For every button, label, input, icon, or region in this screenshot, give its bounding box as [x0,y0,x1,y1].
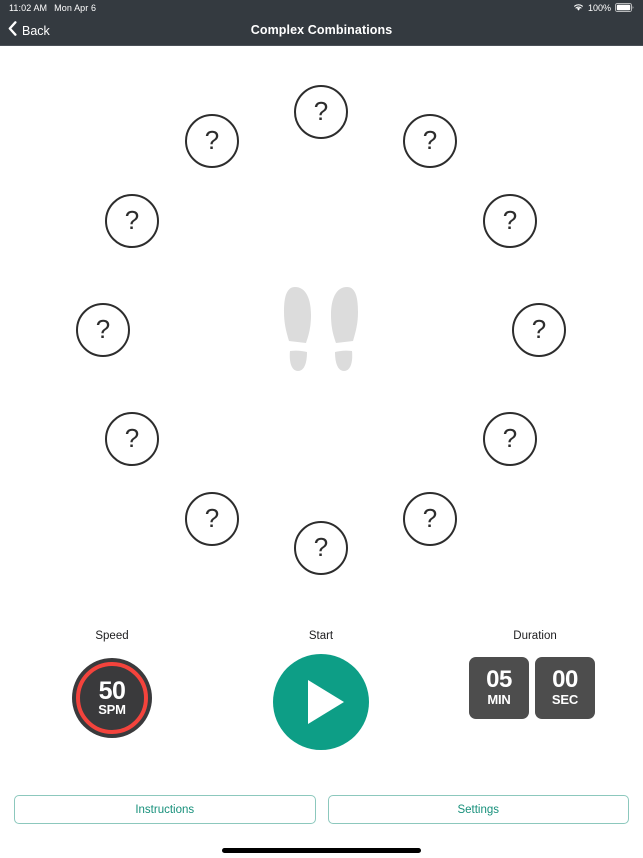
step-marker-label: ? [125,207,139,233]
home-indicator [222,848,421,853]
chevron-left-icon [8,21,17,41]
step-marker-label: ? [96,316,110,342]
footprints-icon [273,279,369,379]
play-icon [308,680,344,724]
step-marker-label: ? [503,207,517,233]
settings-button[interactable]: Settings [328,795,630,824]
step-marker-12[interactable]: ? [294,85,348,139]
duration-group: 05 MIN 00 SEC [469,657,595,719]
speed-unit: SPM [98,703,126,717]
duration-minutes-unit: MIN [487,692,510,708]
step-pattern-area: ???????????? [0,47,643,612]
duration-seconds-unit: SEC [552,692,578,708]
step-marker-4[interactable]: ? [483,412,537,466]
start-label: Start [241,630,401,642]
status-bar: 11:02 AM Mon Apr 6 100% [0,0,643,16]
step-marker-2[interactable]: ? [483,194,537,248]
bottom-button-bar: Instructions Settings [0,795,643,825]
step-marker-label: ? [423,127,437,153]
speed-value: 50 [99,679,126,703]
step-marker-9[interactable]: ? [76,303,130,357]
duration-seconds-value: 00 [552,668,578,692]
duration-minutes-value: 05 [486,668,512,692]
duration-label: Duration [455,630,615,642]
step-marker-7[interactable]: ? [185,492,239,546]
back-button-label: Back [22,24,50,38]
step-marker-label: ? [503,425,517,451]
step-marker-label: ? [205,505,219,531]
duration-seconds-stepper[interactable]: 00 SEC [535,657,595,719]
step-marker-label: ? [205,127,219,153]
instructions-button[interactable]: Instructions [14,795,316,824]
step-marker-8[interactable]: ? [105,412,159,466]
step-marker-label: ? [125,425,139,451]
speed-dial-button[interactable]: 50 SPM [72,658,152,738]
status-date: Mon Apr 6 [54,3,96,13]
speed-label: Speed [32,630,192,642]
navigation-bar: Complex Combinations Back [0,16,643,46]
battery-percent-label: 100% [588,3,611,13]
step-marker-label: ? [314,534,328,560]
step-marker-3[interactable]: ? [512,303,566,357]
step-marker-label: ? [314,98,328,124]
status-time: 11:02 AM [9,3,47,13]
wifi-icon [573,3,584,14]
step-marker-1[interactable]: ? [403,114,457,168]
step-marker-6[interactable]: ? [294,521,348,575]
step-marker-label: ? [423,505,437,531]
step-marker-10[interactable]: ? [105,194,159,248]
start-button[interactable] [273,654,369,750]
page-title: Complex Combinations [0,16,643,45]
battery-full-icon [615,3,634,14]
step-marker-label: ? [532,316,546,342]
controls-row: Speed 50 SPM Start Duration 05 MIN 00 SE… [0,620,643,770]
status-bar-right: 100% [573,3,634,14]
step-marker-5[interactable]: ? [403,492,457,546]
step-marker-11[interactable]: ? [185,114,239,168]
status-bar-left: 11:02 AM Mon Apr 6 [9,3,96,13]
duration-minutes-stepper[interactable]: 05 MIN [469,657,529,719]
back-button[interactable]: Back [8,16,50,45]
